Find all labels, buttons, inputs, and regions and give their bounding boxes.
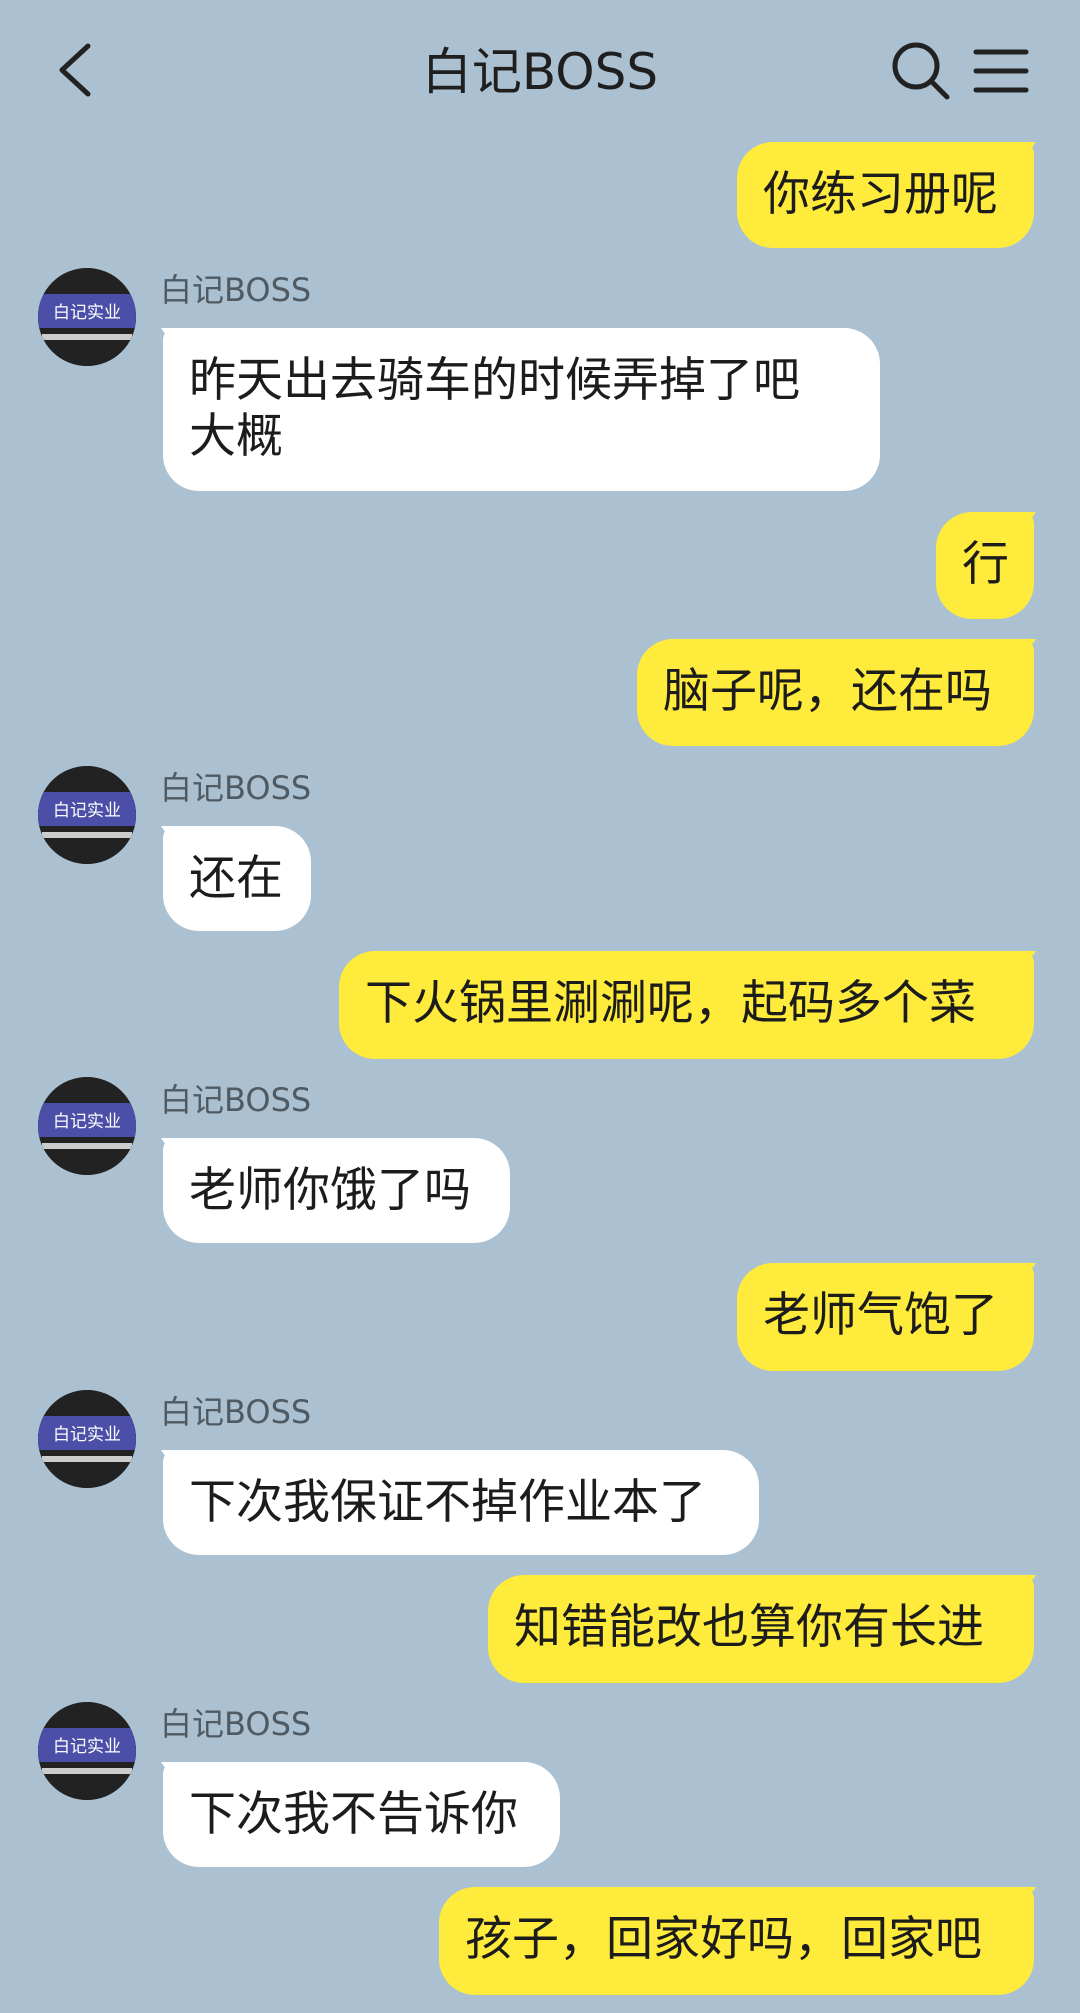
menu-icon — [973, 49, 1029, 93]
message-bubble-outgoing[interactable]: 下火锅里涮涮呢，起码多个菜 — [339, 951, 1034, 1059]
svg-text:白记实业: 白记实业 — [53, 801, 121, 821]
message-bubble-outgoing[interactable]: 脑子呢，还在吗 — [637, 639, 1034, 746]
svg-text:白记实业: 白记实业 — [53, 1737, 121, 1757]
avatar[interactable]: 白记实业 — [38, 1702, 136, 1800]
sender-name: 白记BOSS — [160, 1705, 312, 1743]
svg-text:白记实业: 白记实业 — [53, 1112, 121, 1132]
avatar[interactable]: 白记实业 — [38, 1390, 136, 1488]
search-button[interactable] — [890, 40, 952, 102]
avatar[interactable]: 白记实业 — [38, 268, 136, 366]
chat-header: 白记BOSS — [0, 0, 1080, 140]
sender-name: 白记BOSS — [160, 769, 312, 807]
message-bubble-incoming[interactable]: 老师你饿了吗 — [163, 1138, 510, 1243]
avatar[interactable]: 白记实业 — [38, 1077, 136, 1175]
message-bubble-incoming[interactable]: 下次我保证不掉作业本了 — [163, 1450, 759, 1555]
message-bubble-outgoing[interactable]: 你练习册呢 — [737, 142, 1034, 248]
message-bubble-outgoing[interactable]: 老师气饱了 — [737, 1263, 1034, 1371]
sender-name: 白记BOSS — [160, 1393, 312, 1431]
message-bubble-outgoing[interactable]: 行 — [936, 512, 1034, 619]
search-icon — [892, 42, 950, 100]
message-bubble-incoming[interactable]: 下次我不告诉你 — [163, 1762, 560, 1867]
message-bubble-incoming[interactable]: 还在 — [163, 826, 311, 931]
message-bubble-incoming[interactable]: 昨天出去骑车的时候弄掉了吧 大概 — [163, 328, 880, 491]
sender-name: 白记BOSS — [160, 1081, 312, 1119]
sender-name: 白记BOSS — [160, 271, 312, 309]
message-bubble-outgoing[interactable]: 孩子，回家好吗，回家吧 — [439, 1887, 1034, 1995]
svg-text:白记实业: 白记实业 — [53, 303, 121, 323]
menu-button[interactable] — [972, 42, 1030, 100]
svg-text:白记实业: 白记实业 — [53, 1425, 121, 1445]
avatar[interactable]: 白记实业 — [38, 766, 136, 864]
message-bubble-outgoing[interactable]: 知错能改也算你有长进 — [488, 1575, 1034, 1683]
